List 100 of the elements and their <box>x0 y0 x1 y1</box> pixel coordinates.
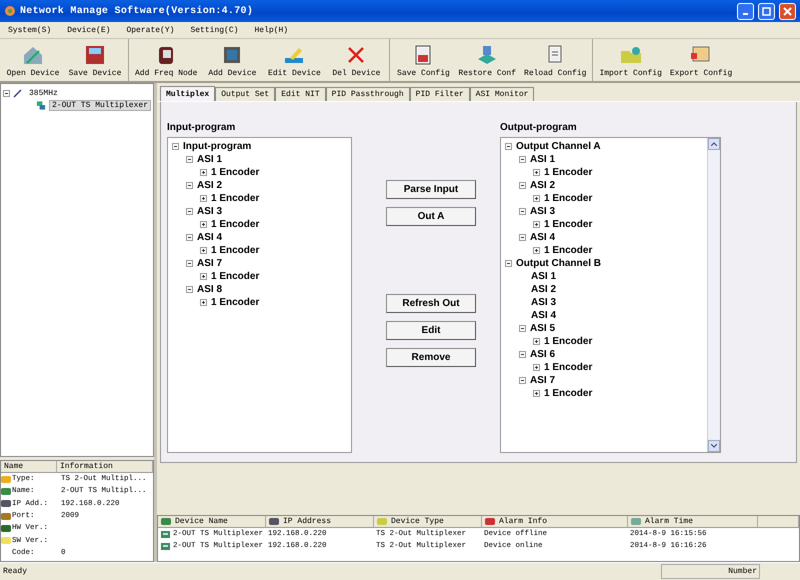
expand-icon[interactable] <box>200 169 207 176</box>
collapse-icon[interactable] <box>519 208 526 215</box>
tree-node[interactable]: ASI 1 <box>530 154 556 165</box>
expand-icon[interactable] <box>533 221 540 228</box>
maximize-button[interactable] <box>758 2 775 20</box>
menu-item[interactable]: Device(E) <box>67 26 110 34</box>
expand-icon[interactable] <box>200 221 207 228</box>
tree-node[interactable]: ASI 2 <box>530 180 556 191</box>
collapse-icon[interactable] <box>519 234 526 241</box>
tree-node[interactable]: 1 Encoder <box>544 388 592 399</box>
collapse-icon[interactable] <box>186 156 193 163</box>
tree-node[interactable]: 1 Encoder <box>211 167 260 178</box>
tree-node[interactable]: ASI 4 <box>531 310 556 321</box>
toolbar-button[interactable]: Import Config <box>595 39 666 81</box>
minimize-button[interactable] <box>737 2 754 20</box>
collapse-icon[interactable] <box>505 260 512 267</box>
tree-node[interactable]: ASI 7 <box>197 258 222 269</box>
expand-icon[interactable] <box>533 390 540 397</box>
tree-node[interactable]: ASI 2 <box>531 284 556 295</box>
expand-icon[interactable] <box>200 299 207 306</box>
expand-icon[interactable] <box>533 195 540 202</box>
tab[interactable]: PID Passthrough <box>326 87 410 101</box>
toolbar-button[interactable]: Reload Config <box>520 39 590 81</box>
collapse-icon[interactable] <box>519 351 526 358</box>
collapse-icon[interactable] <box>186 234 193 241</box>
toolbar-button[interactable]: Restore Conf <box>454 39 520 81</box>
tree-node[interactable]: ASI 1 <box>197 154 222 165</box>
tree-node[interactable]: ASI 6 <box>530 349 556 360</box>
action-button[interactable]: Parse Input <box>386 180 476 199</box>
tree-node[interactable]: 1 Encoder <box>211 297 260 308</box>
expand-icon[interactable] <box>200 273 207 280</box>
tree-node[interactable]: 1 Encoder <box>544 167 592 178</box>
device-icon <box>160 528 171 540</box>
toolbar-button[interactable]: Edit Device <box>263 39 326 81</box>
tree-node[interactable]: 385MHz <box>26 88 61 98</box>
expand-icon[interactable] <box>533 338 540 345</box>
menu-item[interactable]: Setting(C) <box>190 26 238 34</box>
tree-node[interactable]: 1 Encoder <box>544 193 592 204</box>
expand-icon[interactable] <box>533 364 540 371</box>
tab[interactable]: ASI Monitor <box>470 87 534 101</box>
tree-node[interactable]: 1 Encoder <box>544 362 592 373</box>
toolbar-button[interactable]: Open Device <box>2 39 64 81</box>
collapse-icon[interactable] <box>186 286 193 293</box>
toolbar-button[interactable]: Del Device <box>325 39 388 81</box>
tab[interactable]: PID Filter <box>410 87 470 101</box>
tree-node[interactable]: ASI 2 <box>197 180 222 191</box>
close-button[interactable] <box>779 2 796 20</box>
status-text: Ready <box>3 567 28 576</box>
menu-item[interactable]: System(S) <box>8 26 52 34</box>
tree-node[interactable]: 1 Encoder <box>211 271 260 282</box>
tab[interactable]: Output Set <box>215 87 276 101</box>
collapse-icon[interactable] <box>3 90 10 96</box>
tree-node[interactable]: 1 Encoder <box>544 245 592 256</box>
toolbar-button[interactable]: Add Device <box>201 39 264 81</box>
tab[interactable]: Edit NIT <box>275 87 326 101</box>
tree-node[interactable]: ASI 8 <box>197 284 222 295</box>
tree-node[interactable]: 1 Encoder <box>544 336 592 347</box>
action-button[interactable]: Edit <box>386 321 476 340</box>
tree-node[interactable]: ASI 3 <box>197 206 222 217</box>
scroll-up-icon[interactable] <box>711 142 717 146</box>
expand-icon[interactable] <box>200 247 207 254</box>
tree-node[interactable]: ASI 5 <box>530 323 556 334</box>
menu-item[interactable]: Operate(Y) <box>126 26 174 34</box>
tree-node[interactable]: Output Channel B <box>516 258 601 269</box>
tree-node[interactable]: ASI 1 <box>531 271 556 282</box>
collapse-icon[interactable] <box>172 143 179 150</box>
tree-node[interactable]: 2-OUT TS Multiplexer <box>48 100 151 110</box>
collapse-icon[interactable] <box>186 182 193 189</box>
toolbar-button[interactable]: Save Config <box>392 39 454 81</box>
tree-node[interactable]: 1 Encoder <box>211 219 260 230</box>
tree-node[interactable]: ASI 3 <box>531 297 556 308</box>
scrollbar[interactable] <box>707 138 720 452</box>
scroll-down-icon[interactable] <box>711 444 717 448</box>
tree-node[interactable]: ASI 7 <box>530 375 556 386</box>
tree-node[interactable]: ASI 4 <box>530 232 556 243</box>
tree-node[interactable]: Input-program <box>183 141 252 152</box>
toolbar-button[interactable]: Save Device <box>64 39 126 81</box>
toolbar-button[interactable]: Export Config <box>666 39 736 81</box>
tree-node[interactable]: ASI 4 <box>197 232 222 243</box>
tree-node[interactable]: Output Channel A <box>516 141 601 152</box>
action-button[interactable]: Remove <box>386 348 476 367</box>
collapse-icon[interactable] <box>505 143 512 150</box>
collapse-icon[interactable] <box>519 156 526 163</box>
expand-icon[interactable] <box>533 247 540 254</box>
expand-icon[interactable] <box>200 195 207 202</box>
action-button[interactable]: Refresh Out <box>386 294 476 313</box>
menu-item[interactable]: Help(H) <box>254 26 288 34</box>
action-button[interactable]: Out A <box>386 207 476 226</box>
collapse-icon[interactable] <box>186 260 193 267</box>
collapse-icon[interactable] <box>186 208 193 215</box>
tree-node[interactable]: ASI 3 <box>530 206 556 217</box>
tab[interactable]: Multiplex <box>160 86 216 101</box>
collapse-icon[interactable] <box>519 325 526 332</box>
collapse-icon[interactable] <box>519 377 526 384</box>
expand-icon[interactable] <box>533 169 540 176</box>
tree-node[interactable]: 1 Encoder <box>211 193 260 204</box>
collapse-icon[interactable] <box>519 182 526 189</box>
tree-node[interactable]: 1 Encoder <box>544 219 592 230</box>
tree-node[interactable]: 1 Encoder <box>211 245 260 256</box>
toolbar-button[interactable]: Add Freq Node <box>131 39 202 81</box>
